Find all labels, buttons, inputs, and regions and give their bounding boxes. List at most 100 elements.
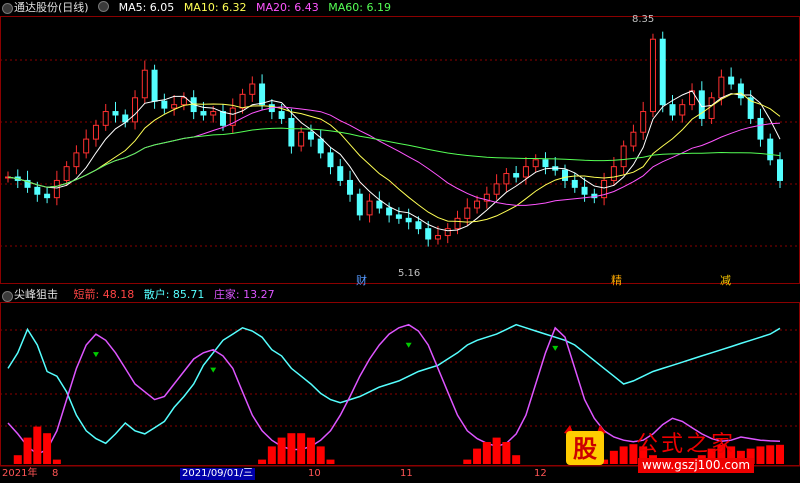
signal-bar [43, 433, 52, 464]
axis-label-11: 11 [400, 468, 413, 479]
candle-body [366, 200, 373, 216]
signal-bar [326, 459, 335, 464]
candle-body [356, 193, 363, 216]
candle-body [161, 100, 168, 109]
short-arrow-label: 短箭: 48.18 [73, 288, 135, 301]
signal-bar [267, 446, 276, 464]
candle-body [434, 235, 441, 240]
signal-bar [776, 444, 784, 464]
signal-bar [33, 426, 42, 464]
settings-icon[interactable] [98, 1, 110, 12]
signal-bar [287, 433, 296, 464]
candle-body [777, 159, 783, 181]
candle-body [307, 131, 314, 140]
signal-bar [306, 437, 315, 464]
bottom-header: 尖峰狙击 短箭: 48.18 散户: 85.71 庄家: 13.27 [14, 287, 281, 303]
signal-bar [482, 442, 491, 464]
signal-bar [502, 442, 511, 464]
ma60-line [7, 127, 781, 188]
marker-jian[interactable]: 减 [720, 275, 731, 287]
signal-bar [463, 459, 472, 464]
signal-bar [316, 446, 325, 464]
ma20-label: MA20: 6.43 [256, 1, 319, 14]
candle-body [474, 200, 481, 209]
candle-body [425, 228, 432, 240]
axis-label-12: 12 [534, 468, 547, 479]
signal-bar [473, 448, 482, 464]
candle-body [767, 138, 774, 161]
signal-bar [23, 437, 32, 464]
watermark-title: 公式之家 [636, 432, 737, 457]
signal-bar [512, 455, 521, 464]
candle-body [327, 152, 334, 168]
candle-body [112, 111, 119, 116]
candle-body [542, 159, 549, 168]
candle-body [386, 207, 393, 216]
candle-body [610, 166, 617, 181]
sell-marker-icon [405, 342, 412, 348]
watermark-url: www.gszj100.com [638, 458, 755, 473]
marker-cai[interactable]: 财 [356, 275, 367, 287]
candle-body [141, 69, 148, 99]
candle-body [737, 83, 744, 99]
candle-body [562, 169, 569, 181]
chart-svg [0, 16, 800, 467]
panel-toggle-icon[interactable] [2, 3, 13, 14]
candle-body [151, 69, 158, 102]
marker-jing[interactable]: 精 [611, 275, 622, 287]
candle-body [415, 221, 422, 230]
candle-body [649, 38, 656, 113]
candle-body [659, 38, 666, 106]
stock-title: 通达股份(日线) [14, 1, 89, 14]
indicator-toggle-icon[interactable] [2, 291, 13, 302]
signal-bar [766, 445, 775, 464]
dealer-label: 庄家: 13.27 [213, 288, 275, 301]
candle-body [92, 124, 99, 140]
candle-body [571, 179, 578, 188]
candle-body [532, 159, 539, 168]
top-header: 通达股份(日线) MA5: 6.05 MA10: 6.32 MA20: 6.43… [14, 0, 397, 16]
signal-bar [277, 437, 286, 464]
candle-body [493, 183, 500, 195]
candle-body [210, 111, 217, 116]
candle-body [83, 138, 90, 154]
candle-body [376, 200, 383, 209]
axis-label-8: 8 [52, 468, 59, 479]
candle-body [337, 166, 344, 181]
signal-bar [609, 450, 618, 464]
candle-body [630, 131, 637, 147]
candle-body [171, 104, 178, 109]
candle-body [513, 173, 520, 178]
ma60-label: MA60: 6.19 [328, 1, 391, 14]
signal-bar [52, 459, 61, 464]
candle-body [444, 228, 451, 237]
candle-body [132, 97, 139, 123]
axis-label-year: 2021年 [2, 468, 38, 479]
candle-body [53, 179, 60, 199]
candle-body [708, 97, 715, 119]
candle-body [44, 193, 51, 199]
candle-body [718, 76, 725, 99]
price-frame [0, 16, 800, 284]
candle-body [63, 166, 70, 181]
candle-body [405, 217, 412, 223]
candle-body [395, 214, 402, 219]
ma10-label: MA10: 6.32 [183, 1, 247, 14]
kline-chart [0, 0, 800, 480]
candle-body [317, 138, 324, 154]
candle-body [454, 217, 461, 230]
candle-body [347, 179, 354, 195]
candle-body [200, 111, 207, 116]
signal-bar [258, 459, 267, 464]
candle-body [102, 111, 109, 126]
candle-body [581, 186, 588, 195]
candle-body [298, 131, 305, 147]
candle-body [278, 111, 285, 119]
sell-marker-icon [92, 352, 99, 358]
axis-label-10: 10 [308, 468, 321, 479]
ma10-line [7, 92, 781, 223]
indicator-title: 尖峰狙击 [14, 288, 58, 301]
candle-body [464, 207, 471, 219]
signal-bar [756, 446, 765, 464]
candle-body [640, 111, 647, 133]
